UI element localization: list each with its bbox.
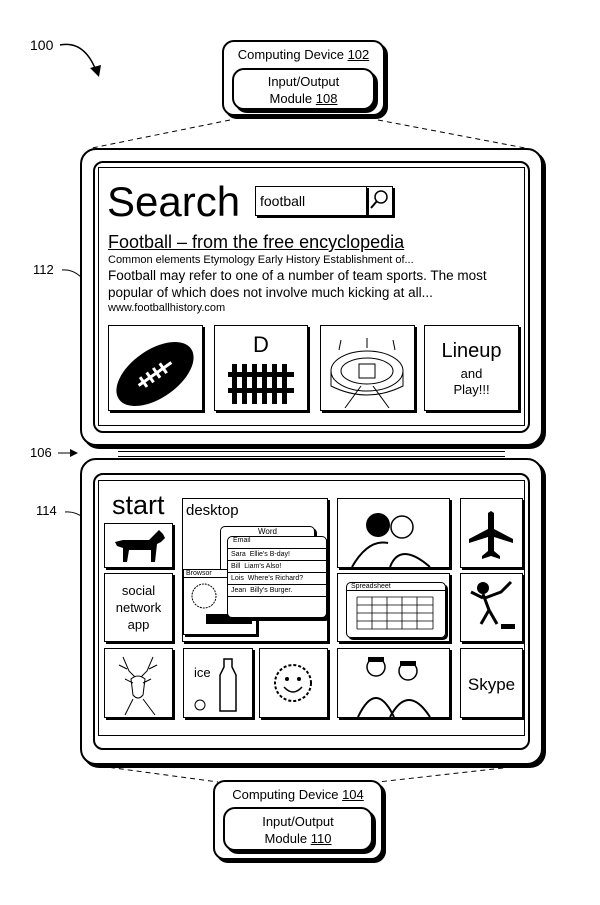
- grid-icon: [356, 596, 434, 630]
- email-from: Sara: [231, 551, 246, 558]
- spreadsheet-tile[interactable]: Spreadsheet: [337, 573, 450, 642]
- ref-112: 112: [33, 262, 54, 277]
- computing-device-102: Computing Device 102 Input/Output Module…: [222, 40, 385, 116]
- fence-icon: [228, 364, 294, 404]
- result-title-link[interactable]: Football – from the free encyclopedia: [108, 232, 404, 253]
- sun-tile[interactable]: [259, 648, 328, 718]
- email-subject: Billy's Burger.: [250, 587, 293, 594]
- email-from: Lois: [231, 575, 244, 582]
- window-title: Email: [228, 537, 326, 549]
- shaker-icon: [194, 658, 237, 712]
- email-window[interactable]: Email Sara Ellie's B-day! Bill Liam's Al…: [227, 536, 327, 618]
- couple-icon: [351, 513, 431, 567]
- email-subject: Ellie's B-day!: [249, 551, 290, 558]
- search-input[interactable]: football: [255, 186, 367, 216]
- module-ref: 110: [310, 831, 332, 846]
- start-heading: start: [112, 490, 165, 520]
- monkey-icon: [470, 580, 515, 629]
- device-title: Computing Device: [237, 47, 344, 62]
- patent-figure: 100 Computing Device 102 Input/Output Mo…: [0, 0, 600, 905]
- io-module-110: Input/Output Module 110: [223, 807, 373, 851]
- email-subject: Liam's Also!: [244, 563, 282, 570]
- search-heading: Search: [107, 178, 241, 225]
- people-icon: [357, 657, 431, 717]
- email-subject: Where's Richard?: [247, 575, 304, 582]
- module-ref: 108: [315, 91, 338, 106]
- ref-114: 114: [36, 503, 57, 518]
- stadium-tile[interactable]: [320, 325, 415, 411]
- desktop-tile[interactable]: desktop Word Browsor Email Sara Ellie's …: [182, 498, 328, 642]
- io-module-108: Input/Output Module 108: [232, 68, 375, 110]
- lineup-tile[interactable]: Lineup and Play!!!: [424, 325, 519, 411]
- email-from: Jean: [231, 587, 247, 594]
- module-line2: Module: [269, 91, 313, 106]
- skype-tile[interactable]: Skype: [460, 648, 523, 718]
- deer-icon: [118, 656, 158, 716]
- search-button[interactable]: [366, 186, 393, 216]
- module-line1: Input/Output: [267, 74, 340, 89]
- email-row[interactable]: Lois Where's Richard?: [228, 573, 326, 585]
- sun-icon: [274, 664, 312, 702]
- people-photo-tile[interactable]: [337, 648, 450, 718]
- stadium-icon: [330, 338, 404, 409]
- dog-icon: [115, 530, 165, 562]
- email-row[interactable]: Jean Billy's Burger.: [228, 585, 326, 597]
- result-url[interactable]: www.footballhistory.com: [108, 302, 225, 314]
- ice-tile[interactable]: ice: [183, 648, 253, 718]
- computing-device-104: Computing Device 104 Input/Output Module…: [213, 780, 383, 860]
- fence-tile[interactable]: D: [214, 325, 308, 411]
- ref-106: 106: [30, 445, 52, 460]
- dog-tile[interactable]: [104, 523, 173, 568]
- result-sections[interactable]: Common elements Etymology Early History …: [108, 254, 414, 266]
- module-line2: Module: [264, 831, 308, 846]
- airplane-icon: [469, 511, 513, 559]
- hinge-line: [118, 451, 505, 452]
- airplane-tile[interactable]: [460, 498, 523, 568]
- football-icon: [116, 342, 194, 406]
- tile-sublabel: and Play!!!: [453, 366, 490, 397]
- window-title: Spreadsheet: [347, 583, 445, 591]
- magnifier-icon: [370, 190, 388, 209]
- hinge: [118, 447, 505, 457]
- tile-letter: D: [253, 332, 269, 357]
- spreadsheet-window[interactable]: Spreadsheet: [346, 582, 446, 638]
- tile-label: Lineup: [441, 340, 502, 362]
- email-row[interactable]: Sara Ellie's B-day!: [228, 549, 326, 561]
- social-network-tile[interactable]: social network app: [104, 573, 173, 642]
- device-title: Computing Device: [232, 787, 339, 802]
- window-title: Word: [258, 527, 277, 536]
- module-line1: Input/Output: [262, 814, 334, 829]
- email-from: Bill: [231, 563, 241, 570]
- desktop-label: desktop: [186, 502, 239, 519]
- monkey-tile[interactable]: [460, 573, 523, 642]
- device-ref: 102: [347, 47, 370, 62]
- deer-tile[interactable]: [104, 648, 173, 718]
- email-row[interactable]: Bill Liam's Also!: [228, 561, 326, 573]
- couple-photo-tile[interactable]: [337, 498, 450, 568]
- football-tile[interactable]: [108, 325, 203, 411]
- result-snippet: Football may refer to one of a number of…: [108, 268, 487, 300]
- device-ref: 104: [342, 787, 364, 802]
